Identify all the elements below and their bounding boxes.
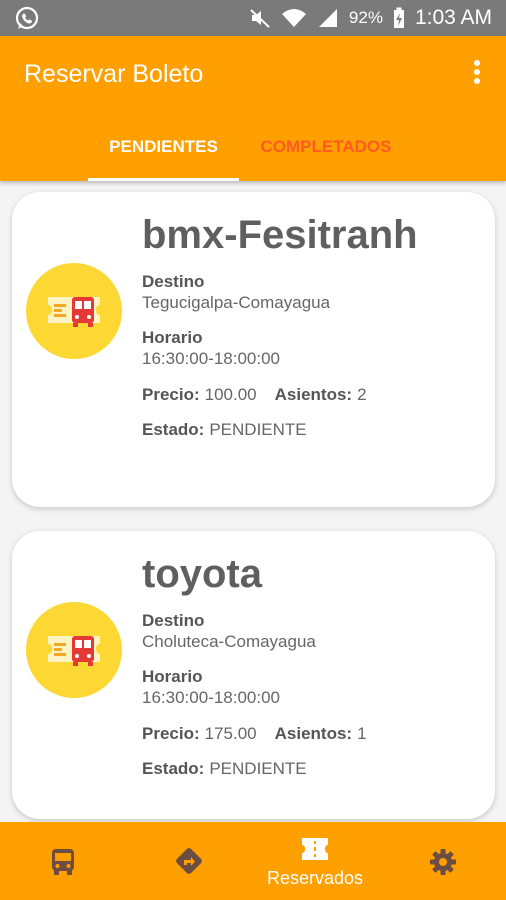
nav-bus[interactable] <box>0 822 126 900</box>
clock: 1:03 AM <box>414 6 492 29</box>
precio-value: 175.00 <box>204 724 257 743</box>
precio-label: Precio: <box>142 724 200 743</box>
ticket-info: bmx-Fesitranh Destino Tegucigalpa-Comaya… <box>142 210 481 454</box>
ticket-card[interactable]: toyota Destino Choluteca-Comayagua Horar… <box>12 531 495 819</box>
asientos-value: 1 <box>357 724 367 743</box>
estado-value: PENDIENTE <box>209 759 307 778</box>
asientos-value: 2 <box>357 385 367 404</box>
wifi-icon <box>281 9 306 27</box>
horario-label: Horario <box>142 667 203 686</box>
bus-company-name: bmx-Fesitranh <box>142 213 418 257</box>
app-bar: Reservar Boleto PENDIENTES COMPLETADOS <box>0 36 506 181</box>
estado-label: Estado: <box>142 759 205 778</box>
status-bar: 92% 1:03 AM <box>0 0 506 36</box>
status-icons: 92% 1:03 AM <box>249 4 492 32</box>
estado-value: PENDIENTE <box>209 420 307 439</box>
ticket-info: toyota Destino Choluteca-Comayagua Horar… <box>142 549 481 793</box>
precio-label: Precio: <box>142 385 200 404</box>
bottom-nav: Reservados <box>0 822 506 900</box>
precio-value: 100.00 <box>204 385 257 404</box>
bus-icon <box>52 849 74 875</box>
asientos-label: Asientos: <box>274 385 353 404</box>
directions-icon <box>176 848 202 874</box>
mute-icon <box>250 9 270 28</box>
tab-pendientes[interactable]: PENDIENTES <box>88 124 239 181</box>
status-row: Estado: PENDIENTE <box>142 419 481 441</box>
destino-label: Destino <box>142 611 205 630</box>
asientos-label: Asientos: <box>274 724 353 743</box>
tab-completados[interactable]: COMPLETADOS <box>248 124 404 181</box>
tab-indicator <box>88 178 239 181</box>
destino-value: Tegucigalpa-Comayagua <box>142 293 331 312</box>
bus-ticket-icon <box>26 602 122 698</box>
bus-ticket-icon <box>26 263 122 359</box>
bus-company-name: toyota <box>142 552 262 596</box>
page-title: Reservar Boleto <box>24 60 204 88</box>
horario-value: 16:30:00-18:00:00 <box>142 349 281 368</box>
ticket-icon <box>302 838 328 860</box>
estado-label: Estado: <box>142 420 205 439</box>
nav-reservados[interactable]: Reservados <box>252 822 378 900</box>
nav-label: Reservados <box>266 868 364 888</box>
destino-value: Choluteca-Comayagua <box>142 632 316 651</box>
more-vert-icon[interactable] <box>470 60 484 90</box>
horario-value: 16:30:00-18:00:00 <box>142 688 281 707</box>
ticket-card[interactable]: bmx-Fesitranh Destino Tegucigalpa-Comaya… <box>12 192 495 507</box>
tab-bar: PENDIENTES COMPLETADOS <box>0 124 506 181</box>
price-seats-row: Precio: 175.00 Asientos: 1 <box>142 723 481 745</box>
battery-charging-icon <box>393 7 404 28</box>
nav-directions[interactable] <box>126 822 252 900</box>
signal-icon <box>318 9 337 27</box>
nav-settings[interactable] <box>380 822 506 900</box>
status-row: Estado: PENDIENTE <box>142 758 481 780</box>
whatsapp-icon <box>15 6 39 30</box>
battery-percent: 92% <box>348 8 383 27</box>
destino-label: Destino <box>142 272 205 291</box>
horario-label: Horario <box>142 328 203 347</box>
settings-icon <box>430 849 456 875</box>
price-seats-row: Precio: 100.00 Asientos: 2 <box>142 384 481 406</box>
